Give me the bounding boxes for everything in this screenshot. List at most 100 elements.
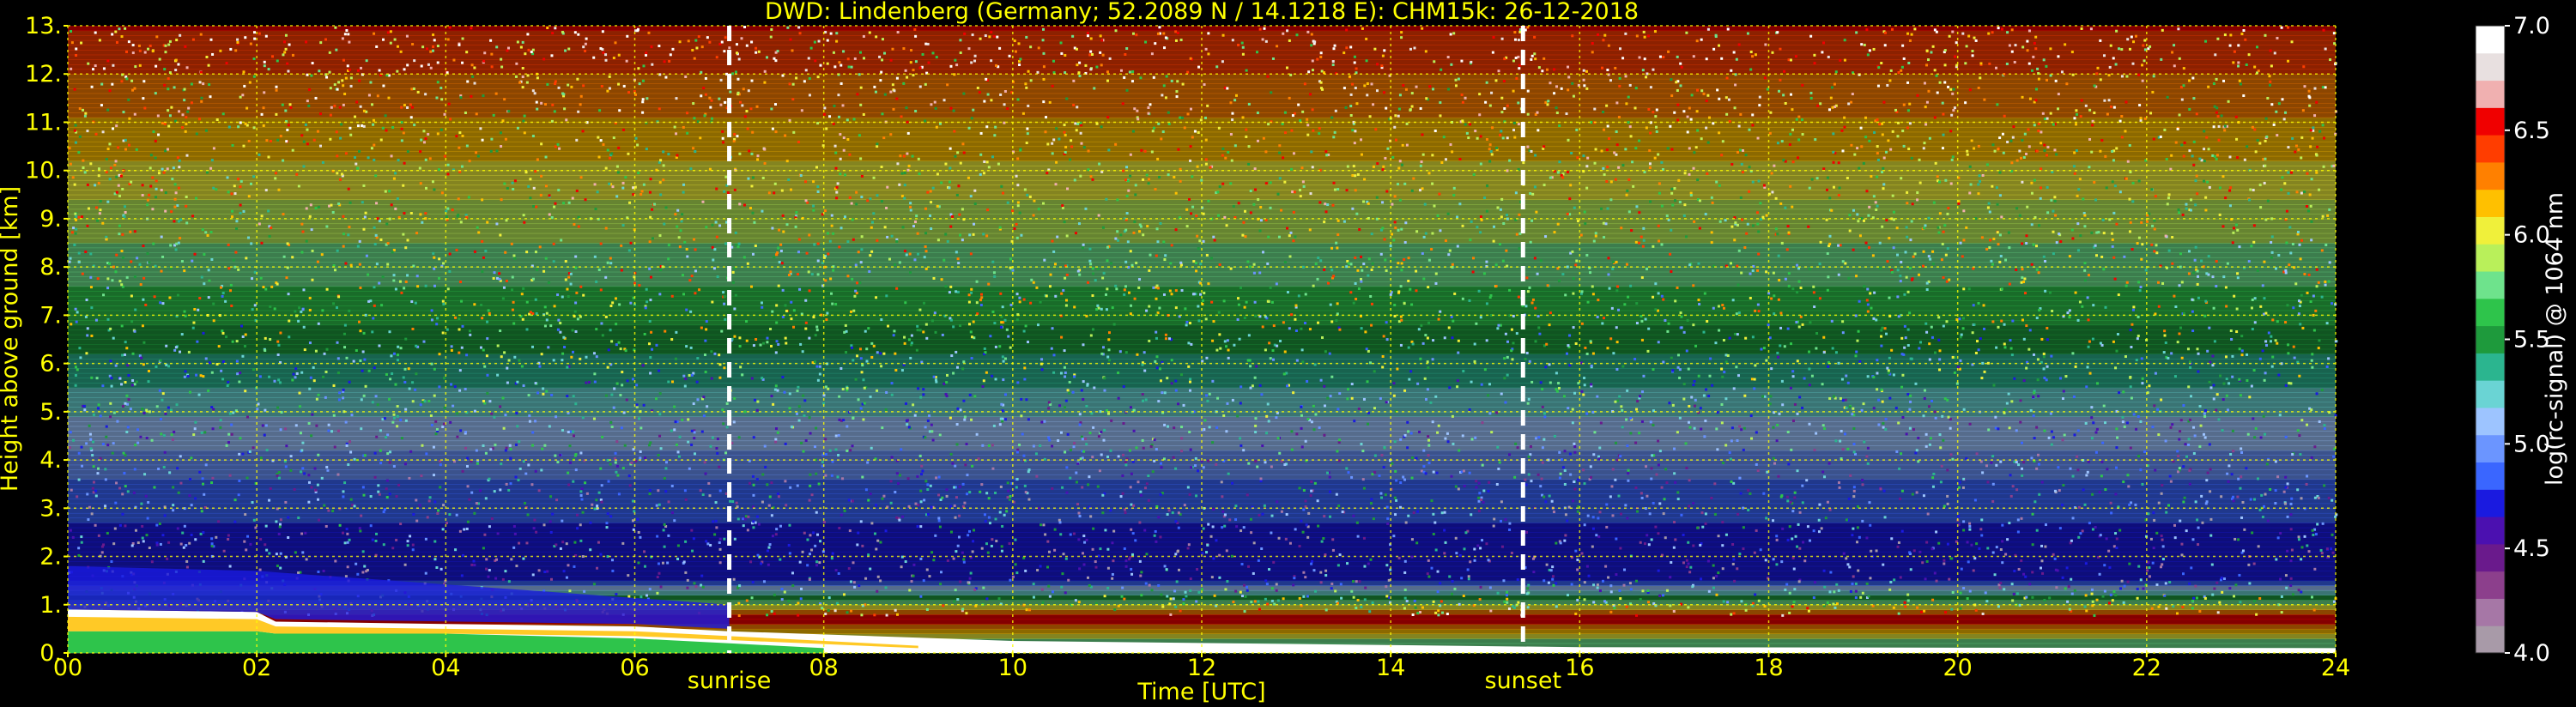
- noise-point: [2129, 385, 2132, 389]
- noise-point: [920, 473, 924, 476]
- noise-point: [2124, 130, 2127, 133]
- noise-point: [2192, 163, 2196, 166]
- noise-point: [146, 517, 149, 520]
- noise-point: [571, 196, 574, 200]
- noise-point: [1841, 320, 1845, 323]
- noise-point: [97, 174, 100, 178]
- noise-point: [436, 511, 439, 515]
- noise-point: [1607, 257, 1610, 260]
- noise-point: [1642, 30, 1646, 33]
- noise-point: [846, 57, 850, 61]
- noise-point: [2082, 488, 2085, 492]
- noise-point: [1791, 419, 1795, 422]
- noise-point: [1085, 538, 1088, 541]
- noise-point: [2035, 317, 2039, 320]
- noise-point: [1635, 408, 1639, 411]
- noise-point: [2040, 186, 2043, 190]
- noise-point: [814, 445, 817, 449]
- noise-point: [1881, 326, 1884, 329]
- noise-point: [130, 544, 134, 547]
- noise-point: [956, 407, 960, 410]
- noise-point: [1349, 291, 1353, 294]
- noise-point: [839, 157, 842, 160]
- noise-point: [1991, 143, 1995, 147]
- noise-point: [2215, 408, 2218, 412]
- noise-point: [466, 80, 470, 83]
- noise-point: [1260, 393, 1264, 396]
- noise-point: [2163, 594, 2167, 597]
- noise-point: [1689, 193, 1693, 196]
- noise-point: [1906, 290, 1910, 293]
- noise-point: [2221, 429, 2224, 432]
- noise-point: [1785, 495, 1789, 499]
- noise-point: [1074, 122, 1077, 125]
- noise-point: [798, 287, 802, 291]
- noise-point: [179, 350, 182, 354]
- noise-point: [1078, 515, 1082, 518]
- noise-point: [1317, 321, 1320, 324]
- noise-point: [1356, 173, 1360, 177]
- noise-point: [1477, 289, 1481, 293]
- noise-point: [1288, 541, 1292, 545]
- noise-point: [1400, 269, 1403, 272]
- noise-point: [160, 235, 163, 239]
- noise-point: [2320, 389, 2324, 392]
- noise-point: [1311, 166, 1314, 169]
- noise-point: [333, 104, 336, 107]
- noise-point: [1175, 95, 1179, 99]
- noise-point: [1355, 212, 1359, 215]
- noise-point: [2272, 123, 2276, 126]
- noise-point: [2022, 572, 2026, 576]
- noise-point: [1463, 547, 1466, 551]
- noise-point: [1620, 512, 1623, 516]
- noise-point: [470, 491, 474, 494]
- noise-point: [2124, 100, 2128, 104]
- noise-point: [1250, 601, 1253, 604]
- noise-point: [1167, 509, 1171, 512]
- noise-point: [1312, 569, 1316, 572]
- noise-point: [1629, 432, 1633, 435]
- noise-point: [2183, 141, 2186, 144]
- noise-point: [667, 534, 670, 537]
- noise-point: [1646, 349, 1650, 353]
- noise-point: [1881, 133, 1884, 136]
- noise-point: [869, 567, 872, 571]
- noise-point: [331, 210, 335, 214]
- noise-point: [1785, 583, 1789, 586]
- noise-point: [1307, 511, 1311, 515]
- noise-point: [2140, 357, 2143, 360]
- noise-point: [951, 462, 955, 465]
- noise-point: [217, 345, 221, 348]
- noise-point: [1151, 130, 1155, 133]
- noise-point: [1803, 377, 1806, 380]
- noise-point: [1018, 444, 1021, 447]
- noise-point: [2256, 138, 2259, 142]
- noise-point: [648, 342, 652, 346]
- noise-point: [1568, 334, 1572, 337]
- noise-point: [1357, 287, 1361, 291]
- noise-point: [746, 262, 749, 265]
- noise-point: [1733, 332, 1737, 335]
- noise-point: [158, 389, 161, 392]
- noise-point: [1628, 125, 1632, 129]
- noise-point: [207, 63, 210, 67]
- noise-point: [2055, 153, 2058, 156]
- noise-point: [1998, 586, 2002, 589]
- noise-point: [1850, 100, 1853, 104]
- noise-point: [827, 609, 830, 613]
- noise-point: [193, 252, 197, 256]
- noise-point: [1246, 260, 1250, 263]
- noise-point: [1995, 346, 1998, 349]
- noise-point: [1718, 184, 1721, 187]
- noise-point: [1506, 590, 1509, 594]
- noise-point: [246, 236, 250, 239]
- noise-point: [2128, 144, 2131, 148]
- noise-point: [2037, 271, 2040, 275]
- noise-point: [1185, 225, 1189, 228]
- noise-point: [2265, 462, 2269, 466]
- noise-point: [1887, 369, 1890, 372]
- noise-point: [1925, 287, 1929, 291]
- noise-point: [971, 33, 974, 37]
- noise-point: [2197, 526, 2200, 529]
- noise-point: [2044, 545, 2047, 548]
